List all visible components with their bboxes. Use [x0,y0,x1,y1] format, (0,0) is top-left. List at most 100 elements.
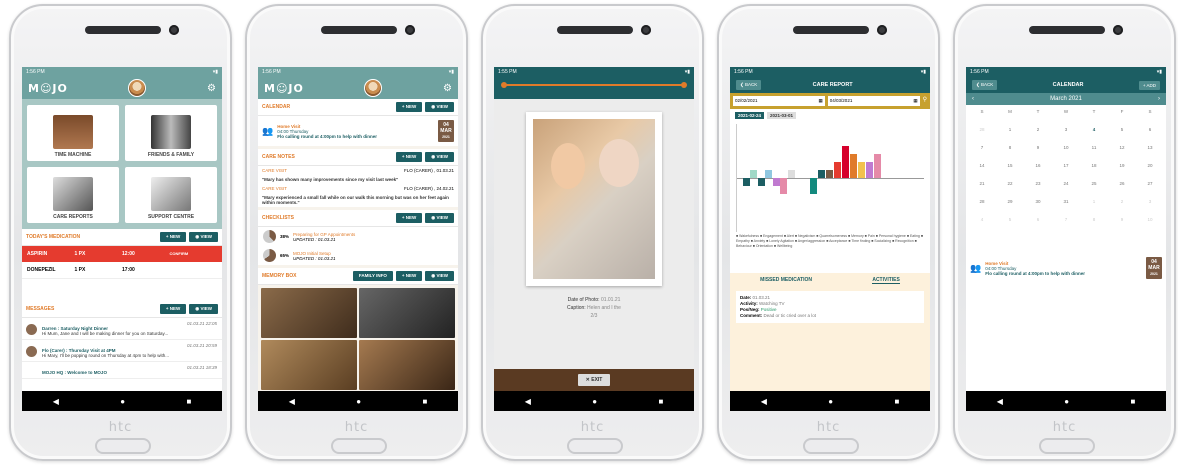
avatar[interactable] [128,79,147,97]
calendar-day[interactable]: 20 [1136,163,1164,168]
back-icon[interactable]: ◀ [761,397,767,406]
home-key[interactable] [803,438,859,454]
calendar-day[interactable]: 4 [968,217,996,222]
view-button[interactable]: ◉ VIEW [425,152,454,162]
view-button[interactable]: ◉ VIEW [425,213,454,223]
note-item[interactable]: CARE VISIT FLO (CARER) , 24.02.21 "Mary e… [258,184,458,207]
calendar-day[interactable]: 7 [1052,217,1080,222]
calendar-day[interactable]: 28 [968,127,996,132]
view-button[interactable]: ◉ VIEW [425,271,454,281]
exit-button[interactable]: ✕ EXIT [577,374,611,386]
recents-icon[interactable]: ■ [1130,397,1135,406]
tile-time-machine[interactable]: TIME MACHINE [27,105,119,161]
gear-icon[interactable]: ⚙ [443,83,452,94]
tile-care-reports[interactable]: CARE REPORTS [27,167,119,223]
event-card[interactable]: 👥 Home Visit 04:00 Thursday Flo calling … [258,116,458,146]
new-button[interactable]: + NEW [395,102,423,112]
home-key[interactable] [567,438,623,454]
calendar-day[interactable]: 27 [1136,181,1164,186]
add-button[interactable]: + ADD [1138,80,1160,90]
recents-icon[interactable]: ■ [186,397,191,406]
med-row[interactable]: ASPIRIN 1 PX 12:00 CONFIRM [22,246,222,262]
calendar-day[interactable]: 14 [968,163,996,168]
home-icon[interactable]: ● [592,397,597,406]
prev-month-icon[interactable]: ‹ [972,96,974,102]
home-key[interactable] [95,438,151,454]
back-button[interactable]: ❮ BACK [736,80,762,90]
gear-icon[interactable]: ⚙ [207,83,216,94]
calendar-day[interactable]: 3 [1052,127,1080,132]
calendar-day[interactable]: 8 [996,145,1024,150]
date-chip[interactable]: 2021-02-24 [735,112,765,119]
photo-card[interactable] [526,112,662,286]
note-item[interactable]: CARE VISIT FLO (CARER) , 01.03.21 "Mary h… [258,166,458,184]
calendar-day[interactable]: 2 [1024,127,1052,132]
memory-photo[interactable] [261,288,357,338]
recents-icon[interactable]: ■ [658,397,663,406]
recents-icon[interactable]: ■ [894,397,899,406]
back-icon[interactable]: ◀ [525,397,531,406]
new-button[interactable]: + NEW [159,304,187,314]
home-icon[interactable]: ● [356,397,361,406]
tab-missed-medication[interactable]: MISSED MEDICATION [760,277,812,284]
confirm-button[interactable]: CONFIRM [170,251,218,257]
calendar-day[interactable]: 18 [1080,163,1108,168]
view-button[interactable]: ◉ VIEW [425,102,454,112]
calendar-day[interactable]: 17 [1052,163,1080,168]
calendar-day[interactable]: 15 [996,163,1024,168]
new-button[interactable]: + NEW [395,271,423,281]
calendar-day[interactable]: 2 [1108,199,1136,204]
tile-support-centre[interactable]: SUPPORT CENTRE [125,167,217,223]
calendar-day[interactable]: 19 [1108,163,1136,168]
calendar-day[interactable]: 13 [1136,145,1164,150]
back-icon[interactable]: ◀ [997,397,1003,406]
search-icon[interactable]: ⚲ [923,96,927,106]
new-button[interactable]: + NEW [159,232,187,242]
memory-photo[interactable] [359,340,455,390]
memory-photo[interactable] [261,340,357,390]
calendar-day[interactable]: 8 [1080,217,1108,222]
new-button[interactable]: + NEW [395,213,423,223]
calendar-day[interactable]: 21 [968,181,996,186]
progress-track[interactable] [494,77,694,93]
home-icon[interactable]: ● [1064,397,1069,406]
event-card[interactable]: 👥 Home Visit 04:00 Thursday Flo calling … [966,253,1166,283]
calendar-day[interactable]: 12 [1108,145,1136,150]
home-key[interactable] [1039,438,1095,454]
to-date-field[interactable]: 04/03/2021 ▦ [827,96,920,106]
from-date-field[interactable]: 02/02/2021 ▦ [733,96,825,106]
calendar-day[interactable]: 5 [996,217,1024,222]
back-icon[interactable]: ◀ [53,397,59,406]
calendar-day[interactable]: 23 [1024,181,1052,186]
checklist-item[interactable]: 65% MOJO Initial Setup UPDATED : 01.03.21 [258,246,458,265]
calendar-day[interactable]: 22 [996,181,1024,186]
calendar-day[interactable]: 6 [1136,127,1164,132]
calendar-day[interactable]: 4 [1080,127,1108,132]
view-button[interactable]: ◉ VIEW [189,232,218,242]
calendar-day[interactable]: 28 [968,199,996,204]
avatar[interactable] [364,79,383,97]
progress-start-dot[interactable] [501,82,507,88]
next-month-icon[interactable]: › [1158,96,1160,102]
calendar-day[interactable]: 10 [1136,217,1164,222]
calendar-day[interactable]: 1 [996,127,1024,132]
view-button[interactable]: ◉ VIEW [189,304,218,314]
med-row[interactable]: DONEPEZIL 1 PX 17:00 [22,262,222,279]
progress-end-dot[interactable] [681,82,687,88]
new-button[interactable]: + NEW [395,152,423,162]
checklist-item[interactable]: 38% Preparing for GP Appointments UPDATED… [258,227,458,246]
message-item[interactable]: 01.03.21 22:05 Darren : Saturday Night Di… [22,318,222,340]
message-item[interactable]: 01.03.21 18:39 MOJO HQ : Welcome to MOJO [22,362,222,379]
back-icon[interactable]: ◀ [289,397,295,406]
back-button[interactable]: ❮ BACK [972,80,998,90]
calendar-day[interactable]: 5 [1108,127,1136,132]
calendar-day[interactable]: 9 [1024,145,1052,150]
calendar-day[interactable]: 31 [1052,199,1080,204]
memory-photo[interactable] [359,288,455,338]
calendar-day[interactable]: 9 [1108,217,1136,222]
tab-activities[interactable]: ACTIVITIES [872,277,900,284]
message-item[interactable]: 01.03.21 20:59 Flo (Carer) : Thursday Vis… [22,340,222,362]
home-key[interactable] [331,438,387,454]
calendar-day[interactable]: 30 [1024,199,1052,204]
tile-friends-family[interactable]: FRIENDS & FAMILY [125,105,217,161]
